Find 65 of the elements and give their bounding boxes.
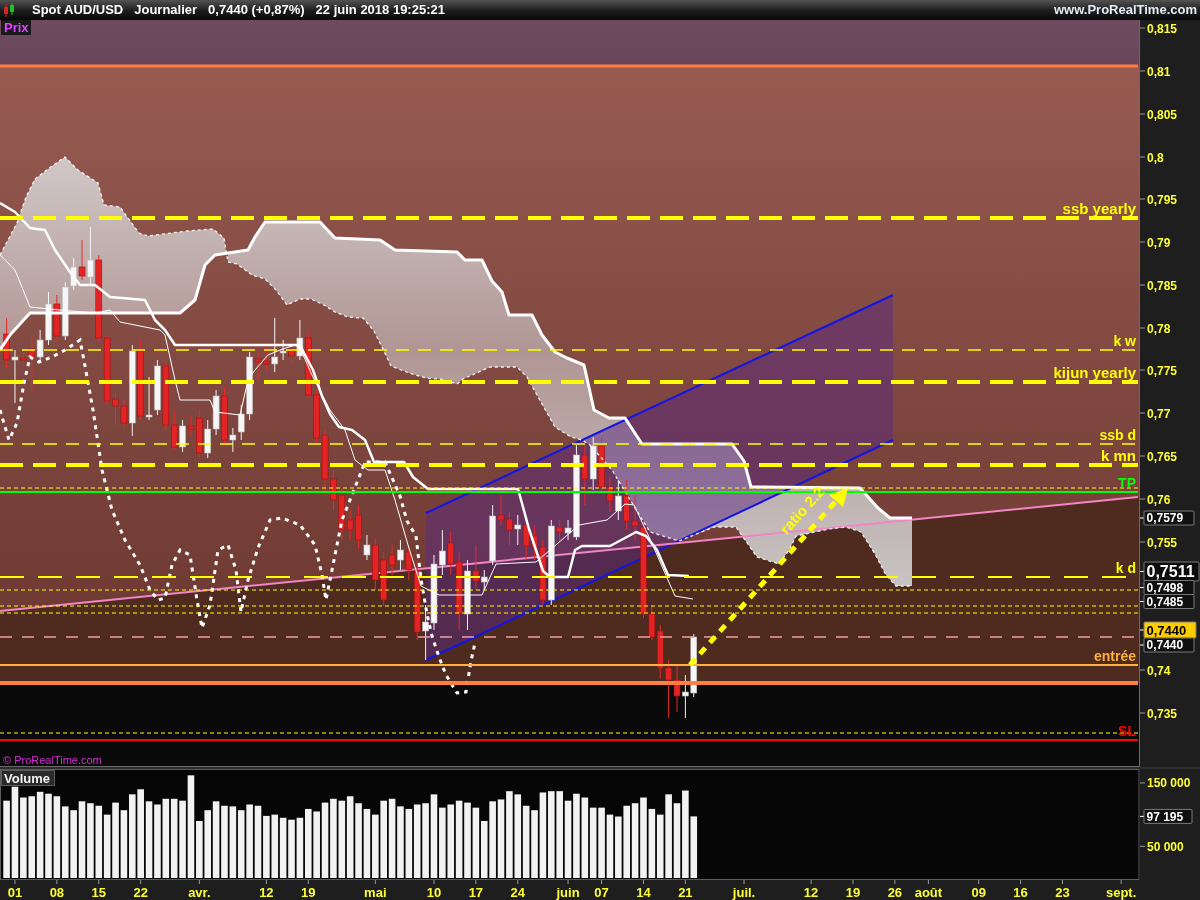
level-label: entrée <box>1093 648 1136 664</box>
axis-label: 0,735 <box>1147 706 1178 721</box>
axis-label: 09 <box>971 885 986 900</box>
symbol-label: Spot AUD/USD <box>32 2 124 18</box>
axis-label: 0,805 <box>1147 107 1178 122</box>
axis-label: 12 <box>803 885 819 900</box>
axis-label: juil. <box>732 885 756 900</box>
quote-label: 0,7440 (+0,87%) <box>208 2 305 18</box>
axis-label: 21 <box>678 885 693 900</box>
axis-label: 0,76 <box>1147 492 1171 507</box>
axis-label: 07 <box>594 885 609 900</box>
axis-label: 0,765 <box>1147 449 1178 464</box>
axis-label: avr. <box>188 885 211 900</box>
level-label: k w <box>1113 333 1136 349</box>
level-label: k d <box>1115 560 1136 576</box>
axis-label: 24 <box>510 885 525 900</box>
axis-label: 0,77 <box>1147 406 1171 421</box>
axis-label: 0,79 <box>1147 235 1171 250</box>
axis-label: 15 <box>91 885 106 900</box>
period-label: Journalier <box>134 2 198 18</box>
axis-label: sept. <box>1105 885 1137 900</box>
axis-label: 19 <box>845 885 861 900</box>
axis-label: 0,74 <box>1147 663 1171 678</box>
axis-label: 12 <box>259 885 274 900</box>
candlestick-icon <box>3 2 15 18</box>
axis-label: 14 <box>636 885 651 900</box>
axis-label: 0,8 <box>1147 150 1164 165</box>
axis-label: 17 <box>468 885 484 900</box>
axis-label: 10 <box>426 885 442 900</box>
price-tag: 0,7440 <box>1140 621 1197 639</box>
axis-label: 08 <box>49 885 65 900</box>
level-label: TP <box>1118 475 1136 491</box>
axis-label: 16 <box>1013 885 1028 900</box>
axis-label: 0,78 <box>1147 321 1171 336</box>
timestamp-label: 22 juin 2018 19:25:21 <box>315 2 445 18</box>
site-url: www.ProRealTime.com <box>1053 2 1197 18</box>
price-tag: 0,7498 <box>1140 580 1195 595</box>
level-label: k mn <box>1101 447 1136 464</box>
axis-label: 0,795 <box>1147 192 1178 207</box>
price-tag: 0,7440 <box>1140 637 1195 653</box>
price-tag: 0,7485 <box>1140 594 1195 609</box>
axis-label: 0,815 <box>1147 21 1178 36</box>
panel-title: Prix <box>1 20 31 35</box>
level-label: ssb d <box>1099 427 1136 443</box>
axis-label: 0,755 <box>1147 535 1178 550</box>
axis-label: 23 <box>1055 885 1070 900</box>
price-tag: 0,7579 <box>1140 510 1195 526</box>
axis-label: 50 000 <box>1147 839 1184 854</box>
axis-label: 150 000 <box>1147 776 1191 791</box>
axis-label: 0,81 <box>1147 64 1171 79</box>
level-label: kijun yearly <box>1053 364 1136 381</box>
axis-label: 01 <box>7 885 23 900</box>
axis-label: 0,775 <box>1147 363 1178 378</box>
copyright-label: © ProRealTime.com <box>3 754 102 766</box>
axis-label: août <box>914 885 943 900</box>
axis-label: 22 <box>133 885 148 900</box>
level-label: SL <box>1118 723 1136 739</box>
price-tag: 0,7511 <box>1140 561 1200 582</box>
axis-label: 19 <box>301 885 316 900</box>
axis-label: juin <box>556 885 580 900</box>
level-label: ssb yearly <box>1062 200 1136 217</box>
axis-label: 0,785 <box>1147 278 1178 293</box>
panel-title: Volume <box>1 770 55 786</box>
axis-label: 26 <box>887 885 903 900</box>
axis-label: mai <box>364 885 387 900</box>
